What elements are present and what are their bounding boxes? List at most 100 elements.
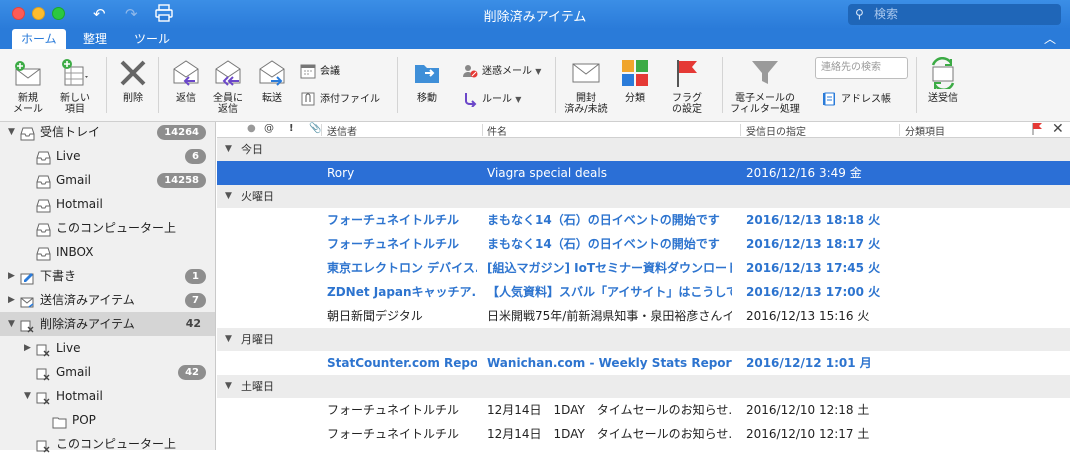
message-row[interactable]: フォーチュネイトルチル 12月14日 1DAY タイムセールのお知らせ... 201…	[217, 422, 1070, 446]
filter-button[interactable]: 電子メールの フィルター処理	[729, 57, 801, 115]
folder-label: Live	[56, 341, 81, 355]
date-group-header[interactable]: ▼ 火曜日	[217, 185, 1070, 208]
disclosure-expanded-icon[interactable]: ▼	[8, 312, 15, 336]
column-subject[interactable]: 件名	[487, 123, 507, 138]
message-date: 2016/12/10 12:17 土	[746, 427, 870, 441]
message-date: 2016/12/12 1:01 月	[746, 356, 872, 370]
column-received[interactable]: 受信日の指定	[746, 123, 806, 138]
disclosure-expanded-icon[interactable]: ▼	[225, 138, 232, 161]
message-row[interactable]: StatCounter.com Repo... Wanichan.com - We…	[217, 351, 1070, 375]
junk-label: 迷惑メール	[482, 66, 532, 77]
message-row[interactable]: 東京エレクトロン デバイス... [組込マガジン] IoTセミナー資料ダウンロード…	[217, 256, 1070, 280]
disclosure-expanded-icon[interactable]: ▼	[8, 120, 15, 144]
delete-label: 削除	[123, 93, 143, 104]
meeting-button[interactable]: 会議	[300, 63, 340, 79]
attachment-column-icon[interactable]: 📎	[309, 123, 321, 134]
message-row[interactable]: フォーチュネイトルチル まもなく14（石）の日イベントの開始です フ... 2016…	[217, 232, 1070, 256]
move-folder-icon	[411, 57, 449, 89]
reply-button[interactable]: 返信	[166, 57, 206, 104]
send-receive-button[interactable]: 送受信	[922, 56, 964, 104]
message-row[interactable]: Rory Viagra special deals 2016/12/16 3:49 …	[217, 161, 1070, 185]
disclosure-expanded-icon[interactable]: ▼	[225, 185, 232, 208]
unread-count-badge: 6	[185, 149, 206, 164]
date-group-header[interactable]: ▼ 月曜日	[217, 328, 1070, 351]
folder-item[interactable]: このコンピューター上	[0, 216, 215, 240]
folder-label: このコンピューター上	[56, 221, 177, 235]
column-from[interactable]: 送信者	[327, 123, 357, 138]
new-mail-button[interactable]: 新規 メール	[8, 57, 48, 115]
message-sender: ZDNet Japanキャッチア...	[327, 285, 477, 299]
attachment-icon	[300, 91, 316, 107]
folder-label: 受信トレイ	[40, 125, 101, 139]
search-input[interactable]: ⚲ 検索	[848, 4, 1061, 25]
disclosure-collapsed-icon[interactable]: ▶	[8, 264, 15, 288]
mention-column-icon[interactable]: @	[264, 123, 274, 134]
new-item-button[interactable]: 新しい 項目	[52, 57, 98, 115]
attachment-button[interactable]: 添付ファイル	[300, 91, 380, 107]
tab-home[interactable]: ホーム	[12, 29, 66, 49]
filter-funnel-icon	[749, 57, 781, 89]
message-row[interactable]: フォーチュネイトルチル 12月14日 1DAY タイムセールのお知らせ... 201…	[217, 398, 1070, 422]
folder-item[interactable]: Gmail 14258	[0, 168, 215, 192]
flag-column-icon[interactable]	[1031, 122, 1043, 138]
date-group-header[interactable]: ▼ 今日	[217, 138, 1070, 161]
column-category[interactable]: 分類項目	[905, 123, 945, 138]
message-row[interactable]: ZDNet Japanキャッチア... 【人気資料】スバル「アイサイト」はこうして…	[217, 280, 1070, 304]
date-group-header[interactable]: ▼ 土曜日	[217, 375, 1070, 398]
folder-item[interactable]: ▶ 送信済みアイテム 7	[0, 288, 215, 312]
read-unread-label-1: 開封	[576, 93, 596, 104]
collapse-ribbon-icon[interactable]: ︿	[1044, 30, 1056, 47]
disclosure-collapsed-icon[interactable]: ▶	[24, 336, 31, 360]
ribbon-divider	[106, 57, 107, 113]
disclosure-expanded-icon[interactable]: ▼	[225, 375, 232, 398]
title-bar: ↶ ↷ 削除済みアイテム ⚲ 検索	[0, 0, 1070, 29]
disclosure-expanded-icon[interactable]: ▼	[225, 328, 232, 351]
folder-item[interactable]: このコンピューター上	[0, 432, 215, 456]
disclosure-expanded-icon[interactable]: ▼	[24, 384, 31, 408]
junk-button[interactable]: 迷惑メール ▼	[462, 63, 541, 79]
move-button[interactable]: 移動	[405, 57, 449, 104]
categorize-button[interactable]: 分類	[615, 57, 655, 104]
read-unread-button[interactable]: 開封 済み/未読	[563, 57, 609, 115]
folder-item[interactable]: Live 6	[0, 144, 215, 168]
date-group-label: 月曜日	[241, 333, 274, 346]
follow-up-button[interactable]: フラグ の設定	[665, 57, 709, 115]
folder-label: 下書き	[40, 269, 77, 283]
folder-label: Hotmail	[56, 197, 103, 211]
folder-item[interactable]: POP	[0, 408, 215, 432]
send-receive-icon	[927, 56, 959, 92]
message-sender: フォーチュネイトルチル	[327, 403, 460, 417]
rules-button[interactable]: ルール ▼	[462, 91, 521, 108]
folder-item[interactable]: Gmail 42	[0, 360, 215, 384]
folder-item[interactable]: INBOX	[0, 240, 215, 264]
tab-organize[interactable]: 整理	[74, 29, 116, 49]
search-icon: ⚲	[855, 7, 864, 21]
column-divider	[482, 124, 483, 136]
unread-count-badge: 42	[178, 365, 206, 380]
address-book-button[interactable]: アドレス帳	[821, 91, 891, 107]
contact-search-input[interactable]: 連絡先の検索	[815, 57, 908, 79]
disclosure-collapsed-icon[interactable]: ▶	[8, 288, 15, 312]
delete-button[interactable]: 削除	[114, 57, 152, 104]
forward-button[interactable]: 転送	[252, 57, 292, 104]
message-subject: [組込マガジン] IoTセミナー資料ダウンロード、...	[487, 261, 732, 275]
read-unread-label-2: 済み/未読	[564, 104, 608, 115]
message-row[interactable]: 朝日新聞デジタル 日米開戦75年/前新潟県知事・泉田裕彦さんイン... 2016/1…	[217, 304, 1070, 328]
folder-item[interactable]: ▼ Hotmail	[0, 384, 215, 408]
close-icon[interactable]: ✕	[1052, 121, 1064, 137]
reply-all-button[interactable]: 全員に 返信	[208, 57, 248, 115]
read-status-column-icon[interactable]: ●	[247, 123, 256, 134]
message-row[interactable]: フォーチュネイトルチル まもなく14（石）の日イベントの開始です フ... 2016…	[217, 208, 1070, 232]
message-sender: StatCounter.com Repo...	[327, 356, 477, 370]
address-book-label: アドレス帳	[841, 94, 891, 105]
folder-item[interactable]: ▼ 削除済みアイテム 42	[0, 312, 215, 336]
message-list-header: ● @ ! 📎 送信者 件名 受信日の指定 分類項目 ✕	[217, 121, 1070, 138]
message-sender: フォーチュネイトルチル	[327, 237, 460, 251]
folder-item[interactable]: ▶ Live	[0, 336, 215, 360]
folder-item[interactable]: ▶ 下書き 1	[0, 264, 215, 288]
tab-tools[interactable]: ツール	[125, 29, 179, 49]
folder-item[interactable]: Hotmail	[0, 192, 215, 216]
folder-item[interactable]: ▼ 受信トレイ 14264	[0, 120, 215, 144]
importance-column-icon[interactable]: !	[289, 123, 294, 134]
rules-icon	[462, 91, 478, 108]
